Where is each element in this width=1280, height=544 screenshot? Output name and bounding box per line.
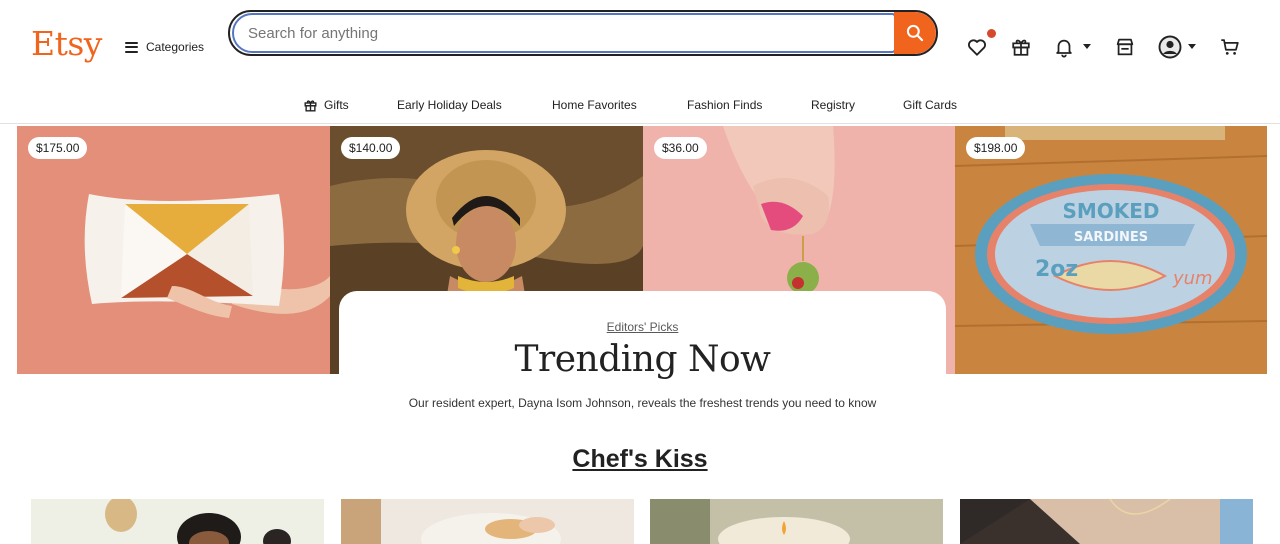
search-button[interactable] [894, 12, 936, 54]
price-badge: $140.00 [341, 137, 401, 159]
trending-title: Trending Now [514, 339, 771, 380]
categories-button[interactable]: Categories [125, 36, 204, 58]
product-thumb[interactable] [31, 499, 324, 544]
editors-picks-link-wrapper: Editors' Picks [339, 320, 946, 334]
price-badge: $36.00 [654, 137, 707, 159]
rug-text-weight: 2oz [1035, 257, 1078, 282]
price-badge: $175.00 [28, 137, 88, 159]
rug-text-smoked: SMOKED [1062, 199, 1159, 223]
gift-icon [304, 99, 317, 111]
sardine-rug-image: SMOKED SARDINES 2oz yum [955, 126, 1267, 374]
section-title-wrapper: Chef's Kiss [0, 445, 1280, 474]
trending-card: Editors' Picks Trending Now Our resident… [339, 291, 946, 451]
nav-item-home-favorites[interactable]: Home Favorites [552, 95, 637, 115]
category-nav: Gifts Early Holiday Deals Home Favorites… [0, 88, 1280, 124]
notification-dot [987, 29, 996, 38]
nav-item-fashion-finds[interactable]: Fashion Finds [687, 95, 762, 115]
bell-icon [1056, 39, 1072, 58]
product-thumb-image [31, 499, 324, 544]
product-thumb-image [341, 499, 634, 544]
account-button[interactable] [1156, 33, 1184, 61]
trending-description: Our resident expert, Dayna Isom Johnson,… [408, 396, 877, 410]
product-thumb[interactable] [341, 499, 634, 544]
cart-button[interactable] [1216, 33, 1244, 61]
chevron-down-icon[interactable] [1188, 44, 1196, 49]
price-badge: $198.00 [966, 137, 1026, 159]
hamburger-icon [125, 41, 138, 53]
product-tile-pillow[interactable]: $175.00 [17, 126, 330, 374]
nav-item-early-holiday-deals[interactable]: Early Holiday Deals [397, 95, 502, 115]
nav-item-gift-cards[interactable]: Gift Cards [903, 95, 957, 115]
categories-label: Categories [146, 40, 205, 54]
product-thumb[interactable] [650, 499, 943, 544]
product-thumb-image [960, 499, 1253, 544]
avatar-icon [1158, 35, 1182, 59]
search-input[interactable] [232, 13, 896, 53]
heart-icon [968, 39, 986, 56]
rug-text-yum: yum [1172, 268, 1213, 289]
section-title-link[interactable]: Chef's Kiss [572, 445, 707, 473]
nav-item-registry[interactable]: Registry [811, 95, 855, 115]
search-icon [906, 24, 924, 42]
product-thumb-image [650, 499, 943, 544]
favorites-button[interactable] [963, 33, 991, 61]
etsy-logo[interactable]: Etsy [31, 24, 102, 64]
pillow-image [17, 126, 330, 374]
product-thumb[interactable] [960, 499, 1253, 544]
chevron-down-icon[interactable] [1083, 44, 1091, 49]
cart-icon [1221, 39, 1239, 55]
nav-item-gifts[interactable]: Gifts [303, 95, 349, 115]
product-tile-rug[interactable]: SMOKED SARDINES 2oz yum $198.00 [955, 126, 1267, 374]
site-header: Etsy Categories [0, 0, 1280, 88]
editors-picks-link[interactable]: Editors' Picks [607, 320, 679, 334]
gift-icon [1012, 39, 1030, 56]
gift-mode-button[interactable] [1007, 33, 1035, 61]
shop-manager-button[interactable] [1111, 33, 1139, 61]
notifications-button[interactable] [1050, 33, 1078, 61]
shop-icon [1116, 38, 1134, 56]
rug-text-sardines: SARDINES [1074, 230, 1148, 245]
nav-item-label: Gifts [324, 98, 349, 112]
search-bar [228, 10, 938, 56]
